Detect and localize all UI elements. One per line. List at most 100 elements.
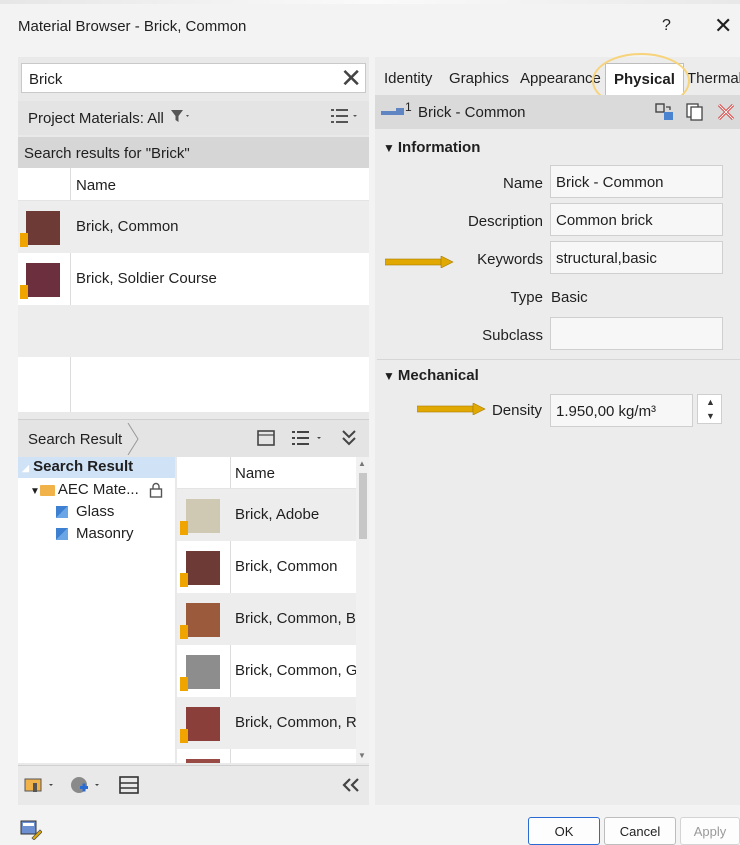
tree-item-label: Masonry	[76, 525, 134, 542]
category-icon	[56, 506, 68, 519]
list-view-icon[interactable]	[330, 106, 360, 131]
swatch-cube	[186, 655, 220, 689]
name-field[interactable]: Brick - Common	[550, 165, 723, 198]
table-row[interactable]: Brick, Common, Br	[177, 593, 361, 645]
swatch-cube	[186, 707, 220, 741]
badge-icon	[180, 521, 188, 535]
subclass-field[interactable]	[550, 317, 723, 350]
library-manage-icon[interactable]	[24, 775, 60, 800]
dialog-footer: OK Cancel Apply	[0, 805, 740, 845]
ok-button[interactable]: OK	[528, 817, 600, 845]
spin-down-icon[interactable]: ▼	[706, 411, 715, 421]
badge-icon	[180, 573, 188, 587]
material-swatch	[180, 599, 220, 639]
density-spinner[interactable]: ▲ ▼	[697, 394, 722, 424]
library-tree: ◢ Search Result ▼ AEC Mate... Glass Mason…	[18, 457, 175, 763]
material-name: Brick, Common, Re	[235, 714, 366, 731]
grid-header: Name	[177, 457, 357, 489]
badge-icon	[20, 285, 28, 299]
panel-view-icon[interactable]	[256, 428, 276, 453]
asset-header: 1 Brick - Common	[375, 95, 740, 129]
create-material-icon[interactable]	[70, 775, 106, 800]
material-name: Brick, Common, Br	[235, 610, 361, 627]
scroll-up-icon[interactable]: ▲	[358, 459, 366, 468]
table-row[interactable]: Brick, Common	[177, 541, 357, 593]
swatch-cube	[26, 211, 60, 245]
swatch-cube	[186, 499, 220, 533]
project-materials-label[interactable]: Project Materials: All	[28, 110, 164, 127]
keywords-label: Keywords	[477, 251, 543, 268]
material-editor-icon[interactable]	[20, 820, 43, 845]
scroll-down-icon[interactable]: ▼	[358, 751, 366, 760]
description-field[interactable]: Common brick	[550, 203, 723, 236]
help-button[interactable]: ?	[662, 17, 671, 35]
tab-graphics[interactable]: Graphics	[449, 70, 509, 87]
grid-header: Name	[18, 168, 369, 201]
material-name: Brick, Adobe	[235, 506, 320, 523]
material-name: Brick, Common	[235, 558, 338, 575]
badge-icon	[180, 677, 188, 691]
keywords-field[interactable]: structural,basic	[550, 241, 723, 274]
table-row[interactable]: Brick, Common	[18, 201, 369, 253]
collapse-down-icon[interactable]	[340, 428, 358, 453]
collapse-library-icon[interactable]	[340, 775, 362, 800]
subclass-label: Subclass	[482, 327, 543, 344]
tab-appearance[interactable]: Appearance	[520, 70, 601, 87]
table-row[interactable]: Brick, Adobe	[177, 489, 357, 541]
material-name: Brick, Soldier Course	[76, 270, 217, 287]
type-label: Type	[510, 289, 543, 306]
replace-asset-icon[interactable]	[654, 102, 676, 127]
vertical-scrollbar[interactable]: ▲ ▼	[356, 457, 369, 763]
library-breadcrumb[interactable]: Search Result	[28, 431, 122, 448]
table-row-partial[interactable]	[177, 749, 357, 763]
list-options-icon[interactable]	[290, 428, 330, 453]
asset-browser-icon[interactable]	[118, 775, 140, 800]
swatch-cube	[26, 263, 60, 297]
library-materials-grid: Name Brick, Adobe Brick, Common Brick, C…	[177, 457, 369, 763]
close-button[interactable]: ✕	[714, 13, 732, 39]
section-title: Mechanical	[397, 367, 479, 384]
duplicate-asset-icon[interactable]	[684, 102, 706, 127]
search-input[interactable]: Brick ✕	[21, 63, 366, 93]
search-value: Brick	[29, 71, 63, 88]
tab-bar: Identity Graphics Appearance Physical Th…	[375, 53, 740, 109]
tab-identity[interactable]: Identity	[384, 70, 432, 87]
material-swatch	[180, 651, 220, 691]
tree-item-search-result[interactable]: ◢ Search Result	[22, 458, 133, 475]
folder-icon	[39, 484, 55, 496]
spin-up-icon[interactable]: ▲	[706, 397, 715, 407]
filter-icon[interactable]	[170, 108, 192, 128]
collapse-triangle-icon: ▼	[383, 369, 395, 383]
library-bottom-toolbar	[18, 765, 369, 805]
tab-thermal[interactable]: Thermal	[687, 70, 740, 87]
density-field[interactable]: 1.950,00 kg/m³	[550, 394, 693, 427]
asset-count: 1	[405, 102, 412, 114]
name-column-header[interactable]: Name	[76, 177, 116, 194]
table-row[interactable]: Brick, Common, Gr	[177, 645, 363, 697]
asset-hand-icon: 1	[380, 100, 416, 125]
library-toolbar: Search Result	[18, 419, 369, 457]
search-results-header: Search results for "Brick"	[18, 137, 369, 168]
tree-item-glass[interactable]: Glass	[56, 503, 114, 520]
remove-asset-icon[interactable]	[716, 102, 738, 127]
table-row[interactable]: Brick, Common, Re	[177, 697, 365, 749]
tree-item-library[interactable]: ▼ AEC Mate...	[30, 481, 163, 498]
badge-icon	[180, 729, 188, 743]
breadcrumb-separator-icon	[127, 423, 139, 455]
type-value: Basic	[551, 289, 588, 306]
swatch-cube	[186, 759, 220, 763]
information-section-header[interactable]: ▼ Information	[375, 139, 740, 156]
tree-item-label: Search Result	[33, 458, 134, 475]
material-swatch	[20, 259, 60, 299]
apply-button[interactable]: Apply	[680, 817, 740, 845]
clear-search-icon[interactable]: ✕	[340, 64, 362, 92]
name-column-header[interactable]: Name	[235, 465, 275, 482]
tree-item-masonry[interactable]: Masonry	[56, 525, 134, 542]
cancel-button[interactable]: Cancel	[604, 817, 676, 845]
empty-row	[18, 305, 369, 357]
scroll-thumb[interactable]	[359, 473, 367, 539]
name-label: Name	[502, 175, 543, 192]
table-row[interactable]: Brick, Soldier Course	[18, 253, 369, 305]
window-title: Material Browser - Brick, Common	[18, 18, 247, 35]
mechanical-section-header[interactable]: ▼ Mechanical	[375, 367, 740, 384]
